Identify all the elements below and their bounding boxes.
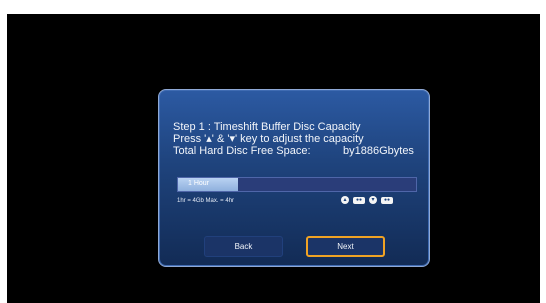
next-button[interactable]: Next	[306, 236, 385, 257]
up-key-icon: ▴	[341, 196, 349, 204]
free-space-value: by1886Gbytes	[343, 145, 414, 157]
capacity-value-label: 1 Hour	[188, 180, 210, 187]
plus-key-icon: ●●	[353, 196, 365, 204]
tv-screen: Step 1 : Timeshift Buffer Disc Capacity …	[7, 14, 540, 303]
capacity-note: 1hr = 4Gb Max. = 4hr	[177, 198, 235, 204]
key-hints: ▴ ●● ▾ ●●	[341, 196, 393, 204]
instruction-text: Step 1 : Timeshift Buffer Disc Capacity …	[173, 121, 423, 157]
adjust-instruction: Press '▴' & '▾' key to adjust the capaci…	[173, 133, 364, 145]
back-button[interactable]: Back	[204, 236, 283, 257]
step-title: Step 1 : Timeshift Buffer Disc Capacity	[173, 121, 361, 133]
minus-key-icon: ●●	[381, 196, 393, 204]
free-space-label: Total Hard Disc Free Space:	[173, 145, 311, 157]
timeshift-setup-dialog: Step 1 : Timeshift Buffer Disc Capacity …	[158, 89, 430, 267]
capacity-slider[interactable]: 1 Hour	[177, 177, 417, 192]
down-key-icon: ▾	[369, 196, 377, 204]
free-space-row: Total Hard Disc Free Space: by1886Gbytes	[173, 145, 423, 157]
